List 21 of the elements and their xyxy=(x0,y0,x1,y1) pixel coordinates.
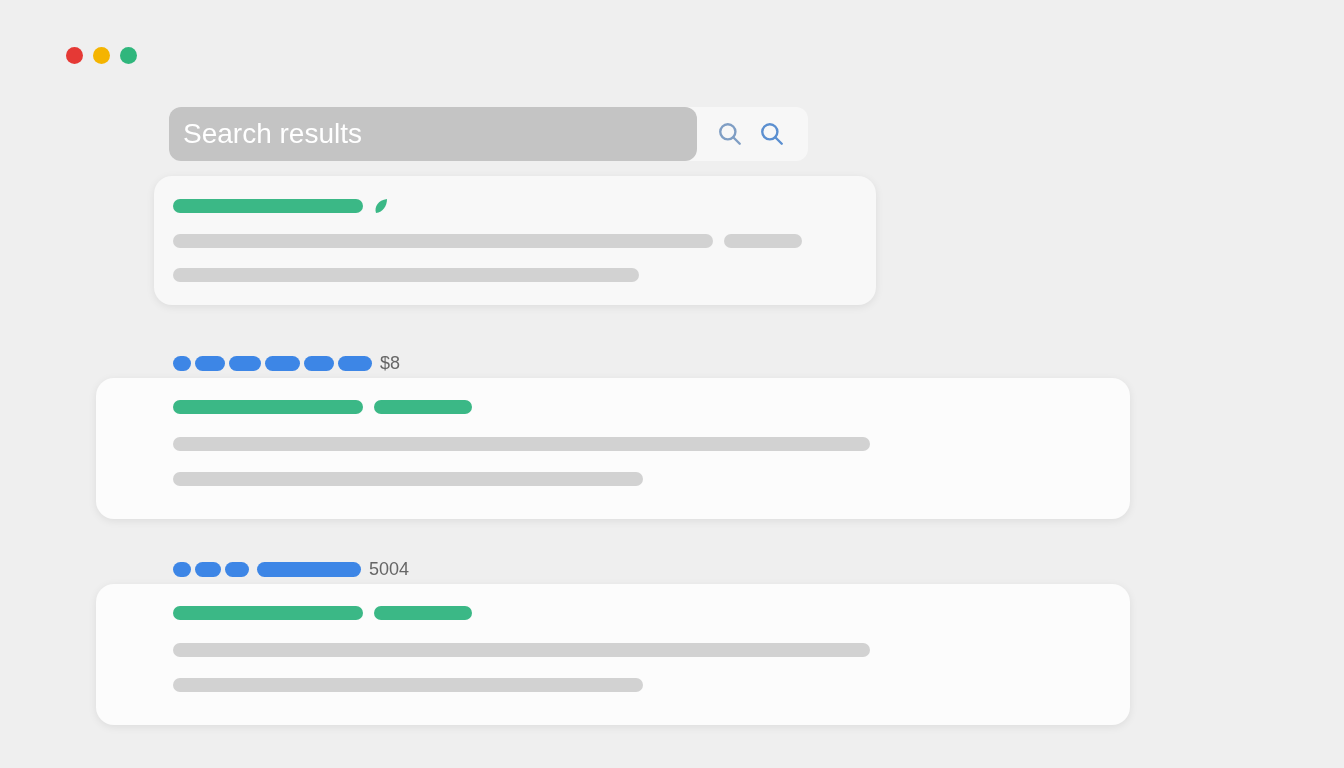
tag-pill xyxy=(304,355,334,371)
tag-pill xyxy=(173,561,191,577)
tag-pill xyxy=(229,355,261,371)
window-control-dot[interactable] xyxy=(66,47,83,64)
result-card[interactable] xyxy=(96,378,1130,519)
search-icon[interactable] xyxy=(759,121,785,147)
tag-pill xyxy=(195,355,225,371)
window-control-dot[interactable] xyxy=(93,47,110,64)
result-card[interactable] xyxy=(96,584,1130,725)
search-field[interactable]: Search results xyxy=(169,107,697,161)
window-control-dot[interactable] xyxy=(120,47,137,64)
leaf-icon xyxy=(374,198,388,214)
tag-pill xyxy=(338,355,372,371)
result-count: 5004 xyxy=(369,558,410,580)
tag-pill xyxy=(225,561,249,577)
result-count: $8 xyxy=(380,352,401,374)
tag-pill xyxy=(173,355,191,371)
result-card[interactable] xyxy=(154,176,876,305)
tag-pill xyxy=(195,561,221,577)
tag-pill xyxy=(265,355,300,371)
search-icon[interactable] xyxy=(717,121,743,147)
